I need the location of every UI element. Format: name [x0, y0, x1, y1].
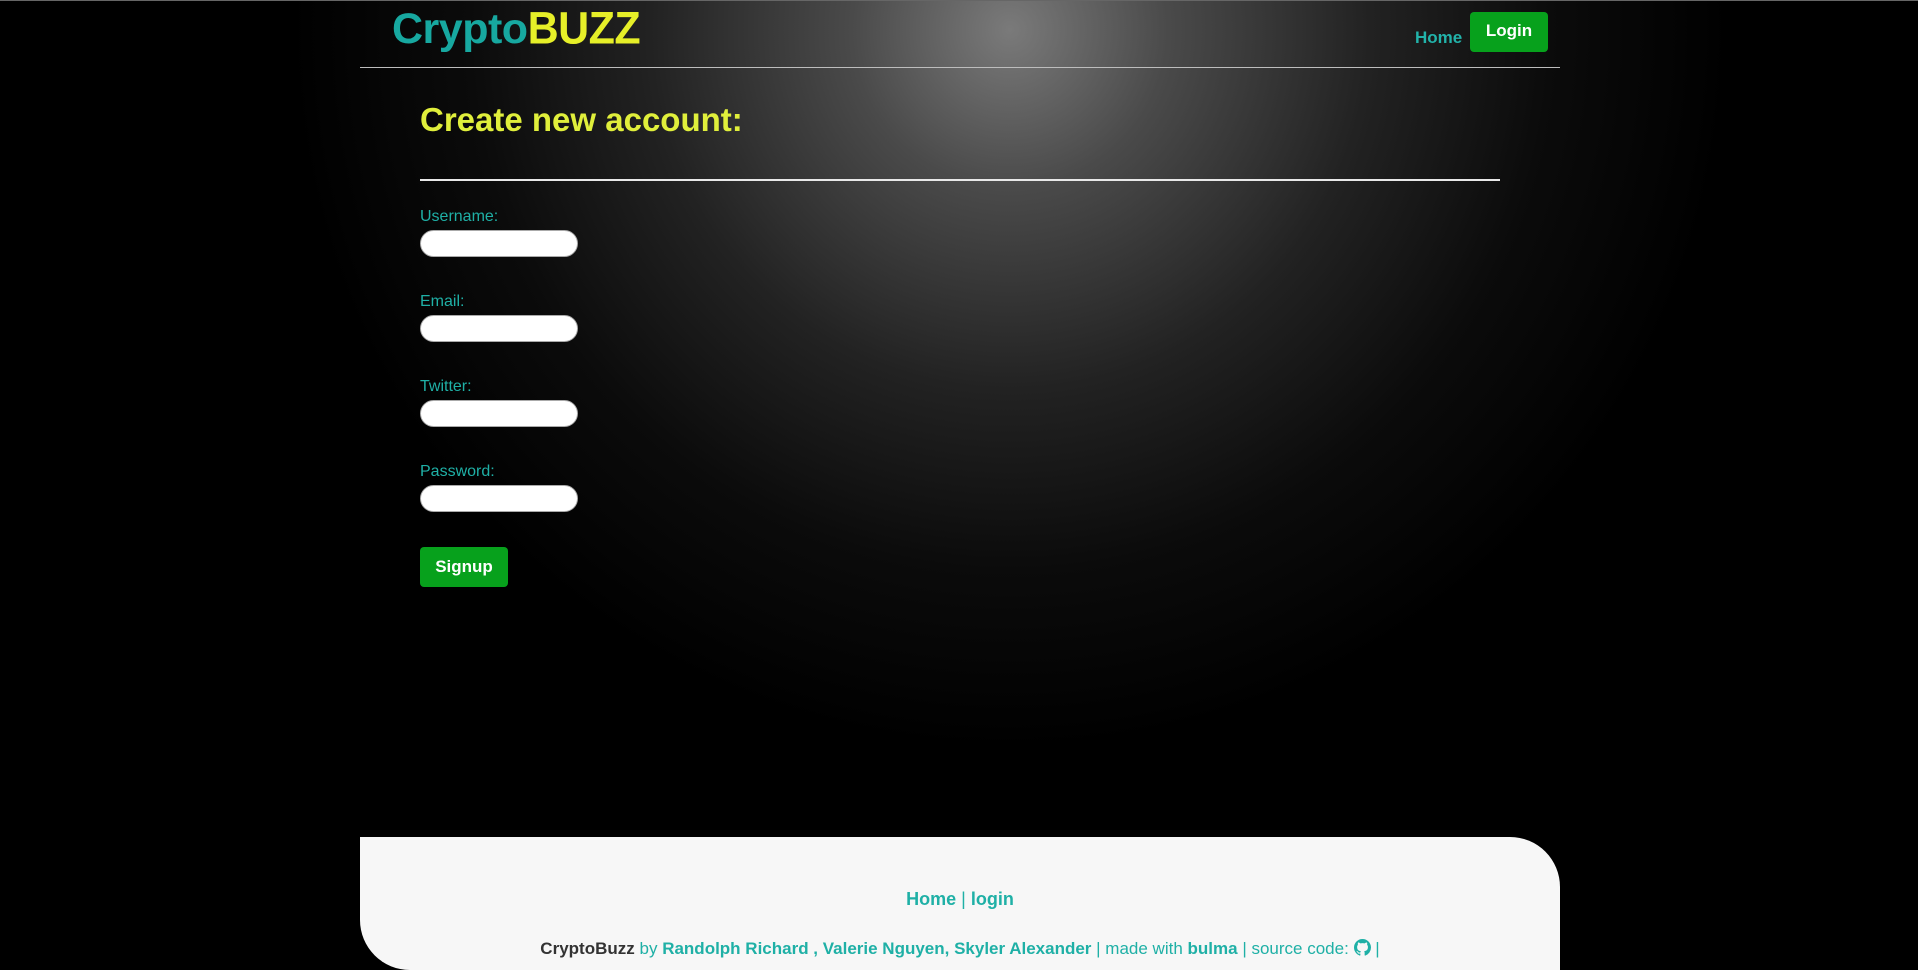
password-input[interactable] [420, 485, 578, 512]
footer: Home | login CryptoBuzz by Randolph Rich… [360, 837, 1560, 970]
footer-authors-link[interactable]: Randolph Richard , Valerie Nguyen, Skyle… [662, 939, 1091, 958]
footer-nav: Home | login [360, 889, 1560, 910]
email-input[interactable] [420, 315, 578, 342]
signup-button[interactable]: Signup [420, 547, 508, 587]
footer-bulma-link[interactable]: bulma [1188, 939, 1238, 958]
twitter-input[interactable] [420, 400, 578, 427]
footer-separator: | [961, 889, 966, 909]
title-divider [420, 179, 1500, 181]
password-label: Password: [420, 463, 495, 480]
username-input[interactable] [420, 230, 578, 257]
footer-home-link[interactable]: Home [906, 889, 956, 909]
footer-trailing-separator: | [1375, 939, 1380, 958]
navbar: CryptoBUZZ Home Login [360, 0, 1560, 68]
footer-by-text: by [639, 939, 658, 958]
username-label: Username: [420, 208, 499, 225]
logo-crypto-text: Crypto [392, 5, 528, 53]
footer-brand: CryptoBuzz [540, 939, 635, 958]
page-title: Create new account: [420, 101, 743, 138]
footer-credits: CryptoBuzz by Randolph Richard , Valerie… [360, 939, 1560, 961]
nav-login-button[interactable]: Login [1470, 12, 1548, 52]
nav-home-link[interactable]: Home [1415, 28, 1462, 48]
footer-login-link[interactable]: login [971, 889, 1014, 909]
footer-made-with-text: | made with [1096, 939, 1183, 958]
footer-source-text: | source code: [1242, 939, 1349, 958]
cryptobuzz-logo[interactable]: CryptoBUZZ [392, 3, 641, 55]
email-label: Email: [420, 293, 465, 310]
github-icon[interactable] [1353, 939, 1371, 961]
twitter-label: Twitter: [420, 378, 472, 395]
logo-buzz-text: BUZZ [527, 3, 641, 55]
